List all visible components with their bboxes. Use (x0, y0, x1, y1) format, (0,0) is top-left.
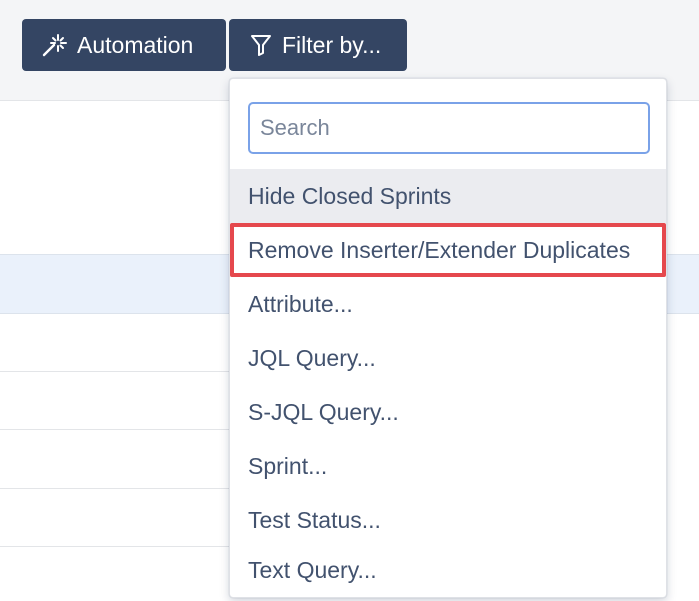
magic-wand-icon (41, 32, 67, 58)
menu-item-hide-closed-sprints[interactable]: Hide Closed Sprints (230, 169, 666, 223)
menu-item-test-status[interactable]: Test Status... (230, 493, 666, 547)
menu-item-jql-query[interactable]: JQL Query... (230, 331, 666, 385)
table-row-divider (0, 546, 230, 547)
menu-item-label: S-JQL Query... (248, 398, 399, 425)
menu-item-label: Hide Closed Sprints (248, 182, 452, 209)
menu-item-label: Test Status... (248, 506, 381, 533)
filter-by-label: Filter by... (282, 31, 382, 58)
automation-button[interactable]: Automation (22, 19, 226, 71)
page: Automation Filter by... Hide Closed Spri… (0, 0, 699, 601)
filter-search-input[interactable] (248, 102, 650, 154)
menu-item-remove-inserter-extender-duplicates[interactable]: Remove Inserter/Extender Duplicates (230, 223, 666, 277)
menu-item-label: Text Query... (248, 556, 377, 583)
filter-by-button[interactable]: Filter by... (229, 19, 407, 71)
table-row-divider (0, 488, 230, 489)
menu-item-label: Remove Inserter/Extender Duplicates (248, 236, 631, 263)
filter-dropdown-menu: Hide Closed Sprints Remove Inserter/Exte… (229, 78, 667, 598)
menu-item-label: Attribute... (248, 290, 353, 317)
menu-item-label: JQL Query... (248, 344, 376, 371)
menu-item-attribute[interactable]: Attribute... (230, 277, 666, 331)
menu-item-text-query[interactable]: Text Query... (230, 543, 666, 597)
table-row-divider (0, 429, 230, 430)
automation-label: Automation (77, 31, 194, 58)
menu-item-sprint[interactable]: Sprint... (230, 439, 666, 493)
menu-item-s-jql-query[interactable]: S-JQL Query... (230, 385, 666, 439)
funnel-icon (250, 33, 272, 57)
table-row-divider (0, 371, 230, 372)
menu-item-label: Sprint... (248, 452, 328, 479)
